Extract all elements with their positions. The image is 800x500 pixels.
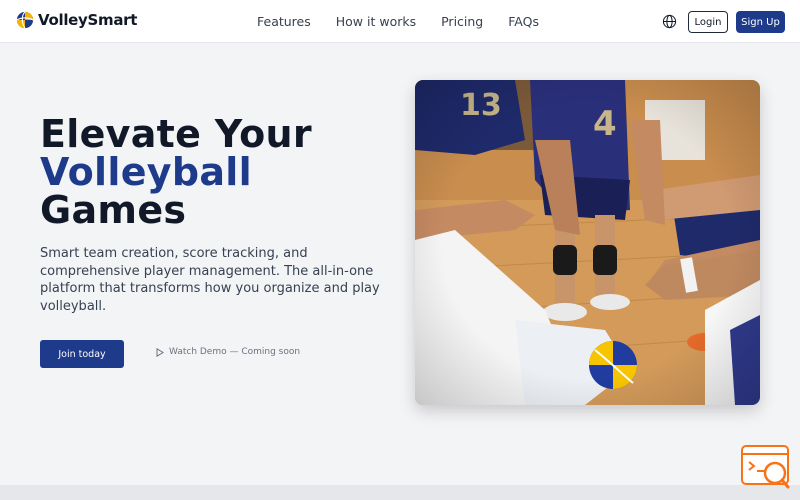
brand-name: VolleySmart bbox=[38, 11, 138, 29]
hero-subtitle: Smart team creation, score tracking, and… bbox=[40, 246, 380, 314]
top-navbar: VolleySmart Features How it works Pricin… bbox=[0, 0, 800, 43]
play-icon bbox=[156, 347, 164, 357]
next-section-edge bbox=[0, 485, 800, 500]
signup-button[interactable]: Sign Up bbox=[736, 11, 785, 33]
login-button[interactable]: Login bbox=[688, 11, 728, 33]
main-nav: Features How it works Pricing FAQs bbox=[257, 14, 564, 29]
headline-line-2: Volleyball bbox=[40, 150, 252, 194]
volleyball-icon bbox=[16, 11, 34, 29]
search-chat-icon[interactable] bbox=[740, 443, 792, 491]
headline-line-3: Games bbox=[40, 188, 187, 232]
watch-demo-label: Watch Demo — Coming soon bbox=[169, 347, 301, 357]
nav-link-pricing[interactable]: Pricing bbox=[441, 14, 483, 29]
nav-link-how-it-works[interactable]: How it works bbox=[336, 14, 416, 29]
headline-line-1: Elevate Your bbox=[40, 112, 312, 156]
nav-link-features[interactable]: Features bbox=[257, 14, 311, 29]
nav-link-faqs[interactable]: FAQs bbox=[508, 14, 539, 29]
globe-icon[interactable] bbox=[662, 14, 677, 29]
watch-demo-link[interactable]: Watch Demo — Coming soon bbox=[156, 347, 300, 357]
hero-headline: Elevate Your Volleyball Games bbox=[40, 115, 400, 229]
hero-team-huddle-image: 13 4 bbox=[415, 80, 760, 405]
brand-logo[interactable]: VolleySmart bbox=[16, 11, 137, 29]
join-today-button[interactable]: Join today bbox=[40, 340, 124, 368]
